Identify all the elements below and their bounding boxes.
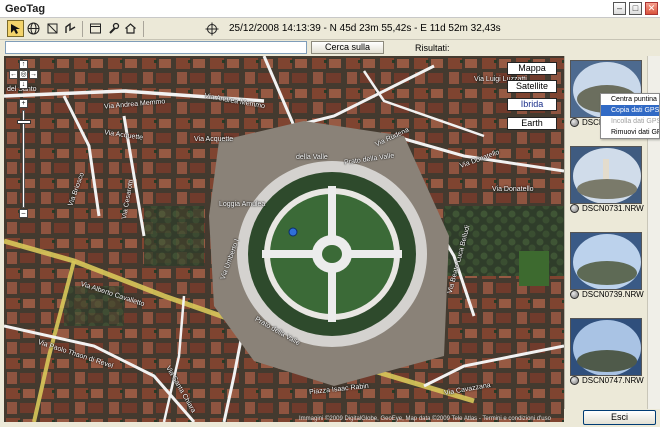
minimize-button[interactable]: –: [613, 2, 626, 15]
home-icon[interactable]: [122, 20, 139, 37]
map-type-mappa-button[interactable]: Mappa: [507, 62, 557, 75]
gps-globe-icon: [570, 290, 579, 299]
zoom-out-button[interactable]: –: [19, 209, 28, 218]
pointer-icon[interactable]: [7, 20, 24, 37]
photo-thumbnail[interactable]: [570, 232, 642, 290]
close-button[interactable]: ✕: [645, 2, 658, 15]
panel-icon[interactable]: [87, 20, 104, 37]
menu-item-paste-gps: Incolla dati GPS: [611, 118, 659, 125]
wrench-icon[interactable]: [105, 20, 122, 37]
exit-button[interactable]: Esci: [583, 410, 656, 425]
results-label: Risultati:: [415, 43, 450, 53]
map-type-satellite-button[interactable]: Satellite: [507, 80, 557, 93]
zoom-slider-track[interactable]: [22, 110, 25, 208]
photo-label: DSCN0739.NRW: [570, 290, 644, 299]
street-label: Loggia Amulea: [219, 201, 266, 208]
globe-icon[interactable]: [25, 20, 42, 37]
street-label: Via Donatello: [492, 186, 534, 193]
menu-item-copy-gps[interactable]: Copia dati GPS: [601, 105, 659, 116]
map-type-earth-button[interactable]: Earth: [507, 117, 557, 130]
menu-item-center-pin[interactable]: Centra puntina su: [601, 94, 659, 105]
satellite-imagery: [4, 56, 564, 422]
crosshair-icon[interactable]: [203, 20, 220, 37]
menu-item-remove-gps[interactable]: Rimuovi dati GPS: [601, 127, 659, 138]
photo-thumbnail[interactable]: [570, 146, 642, 204]
zoom-in-button[interactable]: +: [19, 99, 28, 108]
toolbar-separator: [143, 21, 144, 37]
gps-globe-icon: [570, 204, 579, 213]
photo-label: DSCN0747.NRW: [570, 376, 644, 385]
gps-globe-icon: [570, 376, 579, 385]
zoom-slider-handle[interactable]: [17, 120, 31, 124]
photo-thumbnail[interactable]: [570, 318, 642, 376]
select-area-icon[interactable]: [44, 20, 61, 37]
toolbar-separator: [82, 21, 83, 37]
path-icon[interactable]: [62, 20, 79, 37]
map-attribution: Immagini ©2009 DigitalGlobe, GeoEye, Map…: [299, 416, 551, 422]
title-bar: GeoTag – □ ✕: [0, 0, 660, 18]
street-label: della Valle: [296, 154, 328, 161]
pan-right-button[interactable]: →: [29, 70, 38, 79]
gps-globe-icon: [570, 118, 579, 127]
search-bar: Cerca sulla mappa Risultati:: [0, 40, 660, 63]
maximize-button[interactable]: □: [629, 2, 642, 15]
gps-datetime-readout: 25/12/2008 14:13:39 - N 45d 23m 55,42s -…: [229, 23, 501, 34]
photo-context-menu: Centra puntina su Copia dati GPS Incolla…: [600, 93, 660, 139]
pan-down-button[interactable]: ↓: [19, 80, 28, 89]
map-type-ibrida-button[interactable]: Ibrida: [507, 98, 557, 111]
window-title: GeoTag: [5, 3, 46, 15]
street-label: Via Acquette: [194, 136, 234, 143]
photo-label: DSCN0731.NRW: [570, 204, 644, 213]
pan-center-button[interactable]: ◎: [19, 70, 28, 79]
satellite-map[interactable]: del Santo Via Andrea Memmo Via Andrea Me…: [4, 56, 564, 422]
pan-up-button[interactable]: ↑: [19, 60, 28, 69]
toolbar: 25/12/2008 14:13:39 - N 45d 23m 55,42s -…: [0, 18, 660, 40]
pan-left-button[interactable]: ←: [9, 70, 18, 79]
search-map-button[interactable]: Cerca sulla mappa: [311, 41, 384, 63]
map-search-input[interactable]: [5, 41, 307, 54]
